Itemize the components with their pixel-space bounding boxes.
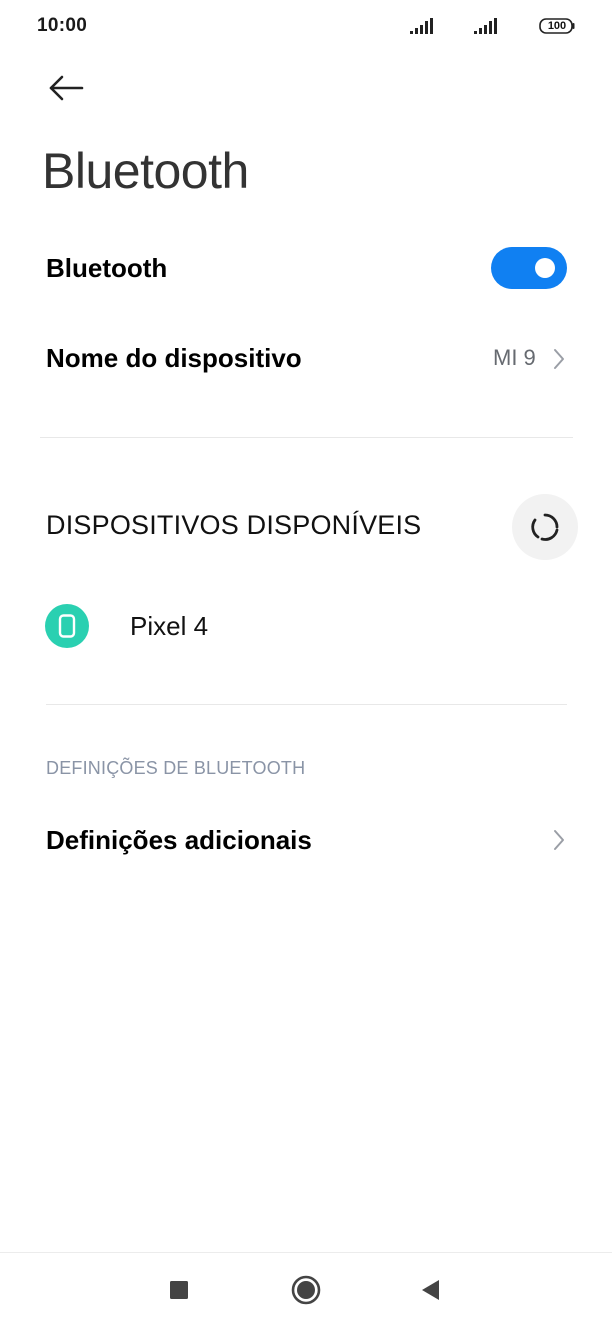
nav-back-button[interactable] bbox=[414, 1273, 448, 1307]
refresh-button[interactable] bbox=[512, 494, 578, 560]
chevron-right-icon bbox=[554, 830, 564, 850]
divider bbox=[40, 437, 573, 438]
device-list-item[interactable] bbox=[0, 590, 612, 664]
status-time: 10:00 bbox=[37, 15, 88, 36]
bluetooth-toggle-label: Bluetooth bbox=[46, 253, 168, 283]
bluetooth-toggle-switch[interactable] bbox=[491, 247, 567, 289]
chevron-right-icon bbox=[554, 349, 564, 369]
battery-level: 100 bbox=[547, 20, 567, 32]
additional-settings-row[interactable]: Definições adicionais bbox=[0, 808, 612, 874]
page-title: Bluetooth bbox=[42, 143, 249, 199]
recents-button[interactable] bbox=[162, 1273, 196, 1307]
recents-icon bbox=[170, 1281, 188, 1299]
status-bar: 10:00 100 bbox=[0, 0, 612, 54]
signal-icon bbox=[410, 18, 433, 34]
divider bbox=[46, 704, 567, 705]
back-icon bbox=[422, 1280, 439, 1300]
bluetooth-settings-screen: 10:00 100 Bluetooth Bluetooth Nome do di… bbox=[0, 0, 612, 1326]
home-icon bbox=[291, 1275, 321, 1305]
navigation-bar bbox=[0, 1252, 612, 1326]
refresh-icon bbox=[531, 513, 559, 541]
device-name: Pixel 4 bbox=[130, 611, 209, 641]
phone-icon bbox=[58, 614, 76, 638]
arrow-left-icon bbox=[49, 75, 84, 101]
available-devices-heading: DISPOSITIVOS DISPONÍVEIS bbox=[46, 510, 422, 540]
device-name-label: Nome do dispositivo bbox=[46, 343, 302, 373]
signal-icon bbox=[474, 18, 497, 34]
bluetooth-settings-heading: DEFINIÇÕES DE BLUETOOTH bbox=[46, 758, 306, 778]
device-name-value: MI 9 bbox=[493, 345, 536, 370]
back-button[interactable] bbox=[42, 68, 88, 108]
home-button[interactable] bbox=[289, 1273, 323, 1307]
toggle-knob bbox=[535, 258, 555, 278]
additional-settings-label: Definições adicionais bbox=[46, 825, 312, 855]
device-icon-badge bbox=[45, 604, 89, 648]
